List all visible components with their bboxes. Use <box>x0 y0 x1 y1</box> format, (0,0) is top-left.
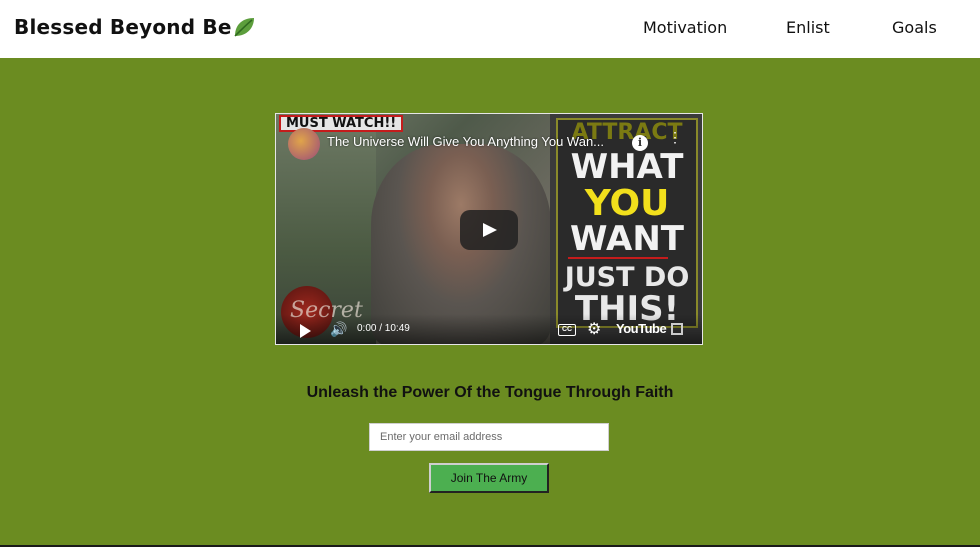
thumbnail-line-4: WANT <box>570 219 684 259</box>
captions-icon[interactable]: CC <box>558 324 576 336</box>
site-header: Blessed Beyond Be Motivation Enlist Goal… <box>0 0 980 58</box>
info-icon[interactable]: i <box>632 135 648 151</box>
video-player[interactable]: ATTRACT WHAT YOU WANT JUST DO THIS! MUST… <box>275 113 703 345</box>
video-time: 0:00 / 10:49 <box>357 323 410 334</box>
thumbnail-divider <box>568 257 668 259</box>
main-nav: Motivation Enlist Goals <box>0 18 980 40</box>
gear-icon[interactable]: ⚙ <box>587 319 601 339</box>
join-button[interactable]: Join The Army <box>429 463 549 493</box>
thumbnail-line-2: WHAT <box>570 147 684 187</box>
channel-avatar[interactable] <box>288 128 320 160</box>
nav-enlist[interactable]: Enlist <box>786 18 830 37</box>
nav-goals[interactable]: Goals <box>892 18 937 37</box>
page-heading: Unleash the Power Of the Tongue Through … <box>306 384 674 401</box>
thumbnail-line-3: YOU <box>584 183 670 224</box>
volume-icon[interactable]: 🔊 <box>330 321 348 337</box>
more-options-icon[interactable]: ⋮ <box>668 130 682 150</box>
play-button[interactable] <box>460 210 518 250</box>
control-play-icon[interactable] <box>300 324 311 338</box>
fullscreen-icon[interactable] <box>671 323 683 335</box>
youtube-logo[interactable]: YouTube <box>616 321 667 336</box>
thumbnail-line-5: JUST DO <box>564 262 690 293</box>
video-title[interactable]: The Universe Will Give You Anything You … <box>327 134 627 149</box>
email-input[interactable] <box>369 423 609 451</box>
nav-motivation[interactable]: Motivation <box>643 18 727 37</box>
